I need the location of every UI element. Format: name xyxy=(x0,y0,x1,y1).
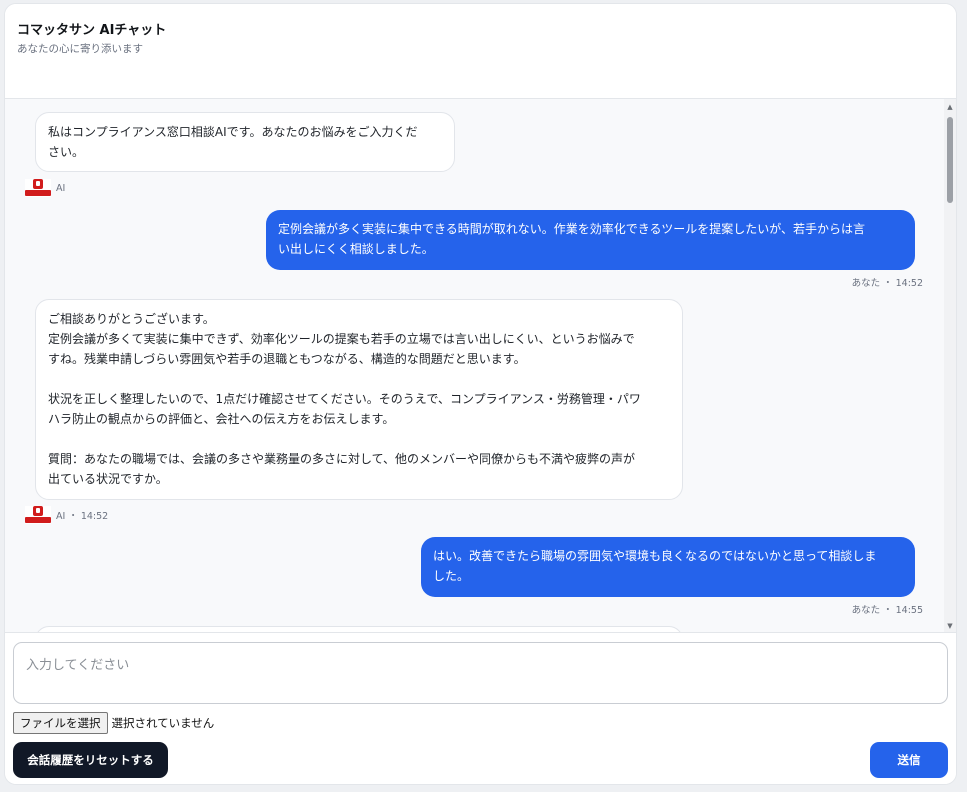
scrollbar-thumb[interactable] xyxy=(947,117,953,203)
reset-history-button[interactable]: 会話履歴をリセットする xyxy=(13,742,168,778)
composer: ファイルを選択 選択されていません 会話履歴をリセットする 送信 xyxy=(5,632,956,784)
chat-scrollbar[interactable]: ▲ ▼ xyxy=(944,99,956,632)
ai-message-meta: AI xyxy=(25,179,65,197)
user-message-meta: あなた ・ 14:52 xyxy=(851,278,923,289)
user-message-meta: あなた ・ 14:55 xyxy=(851,605,923,616)
message-input[interactable] xyxy=(13,642,948,704)
ai-message-meta: AI ・ 14:52 xyxy=(25,506,108,524)
message-sender-time: AI ・ 14:52 xyxy=(56,511,109,522)
komattasan-logo-icon xyxy=(25,179,51,197)
user-message-bubble: 定例会議が多く実装に集中できる時間が取れない。作業を効率化できるツールを提案した… xyxy=(266,210,915,270)
message-sender: AI xyxy=(56,182,66,194)
ai-message-bubble: ご相談ありがとうございます。 定例会議が多くて実装に集中できず、効率化ツールの提… xyxy=(35,299,683,500)
komattasan-logo-icon xyxy=(25,506,51,524)
chat-window: コマッタサン AIチャット あなたの心に寄り添います 私はコンプライアンス窓口相… xyxy=(4,3,957,785)
choose-file-button[interactable]: ファイルを選択 xyxy=(13,712,108,734)
ai-message-bubble: 私はコンプライアンス窓口相談AIです。あなたのお悩みをご入力くだ さい。 xyxy=(35,112,455,172)
app-subtitle: あなたの心に寄り添います xyxy=(17,43,143,55)
user-message-bubble: はい。改善できたら職場の雰囲気や環境も良くなるのではないかと思って相談しま した… xyxy=(421,537,915,597)
triangle-up-icon[interactable]: ▲ xyxy=(944,101,956,113)
chat-header: コマッタサン AIチャット あなたの心に寄り添います xyxy=(5,4,956,99)
file-status-text: 選択されていません xyxy=(111,716,215,730)
app-title: コマッタサン AIチャット xyxy=(17,23,167,38)
message-list[interactable]: 私はコンプライアンス窓口相談AIです。あなたのお悩みをご入力くだ さい。 AI … xyxy=(5,99,956,632)
triangle-down-icon[interactable]: ▼ xyxy=(944,620,956,632)
send-button[interactable]: 送信 xyxy=(870,742,948,778)
file-picker: ファイルを選択 選択されていません xyxy=(13,712,214,734)
